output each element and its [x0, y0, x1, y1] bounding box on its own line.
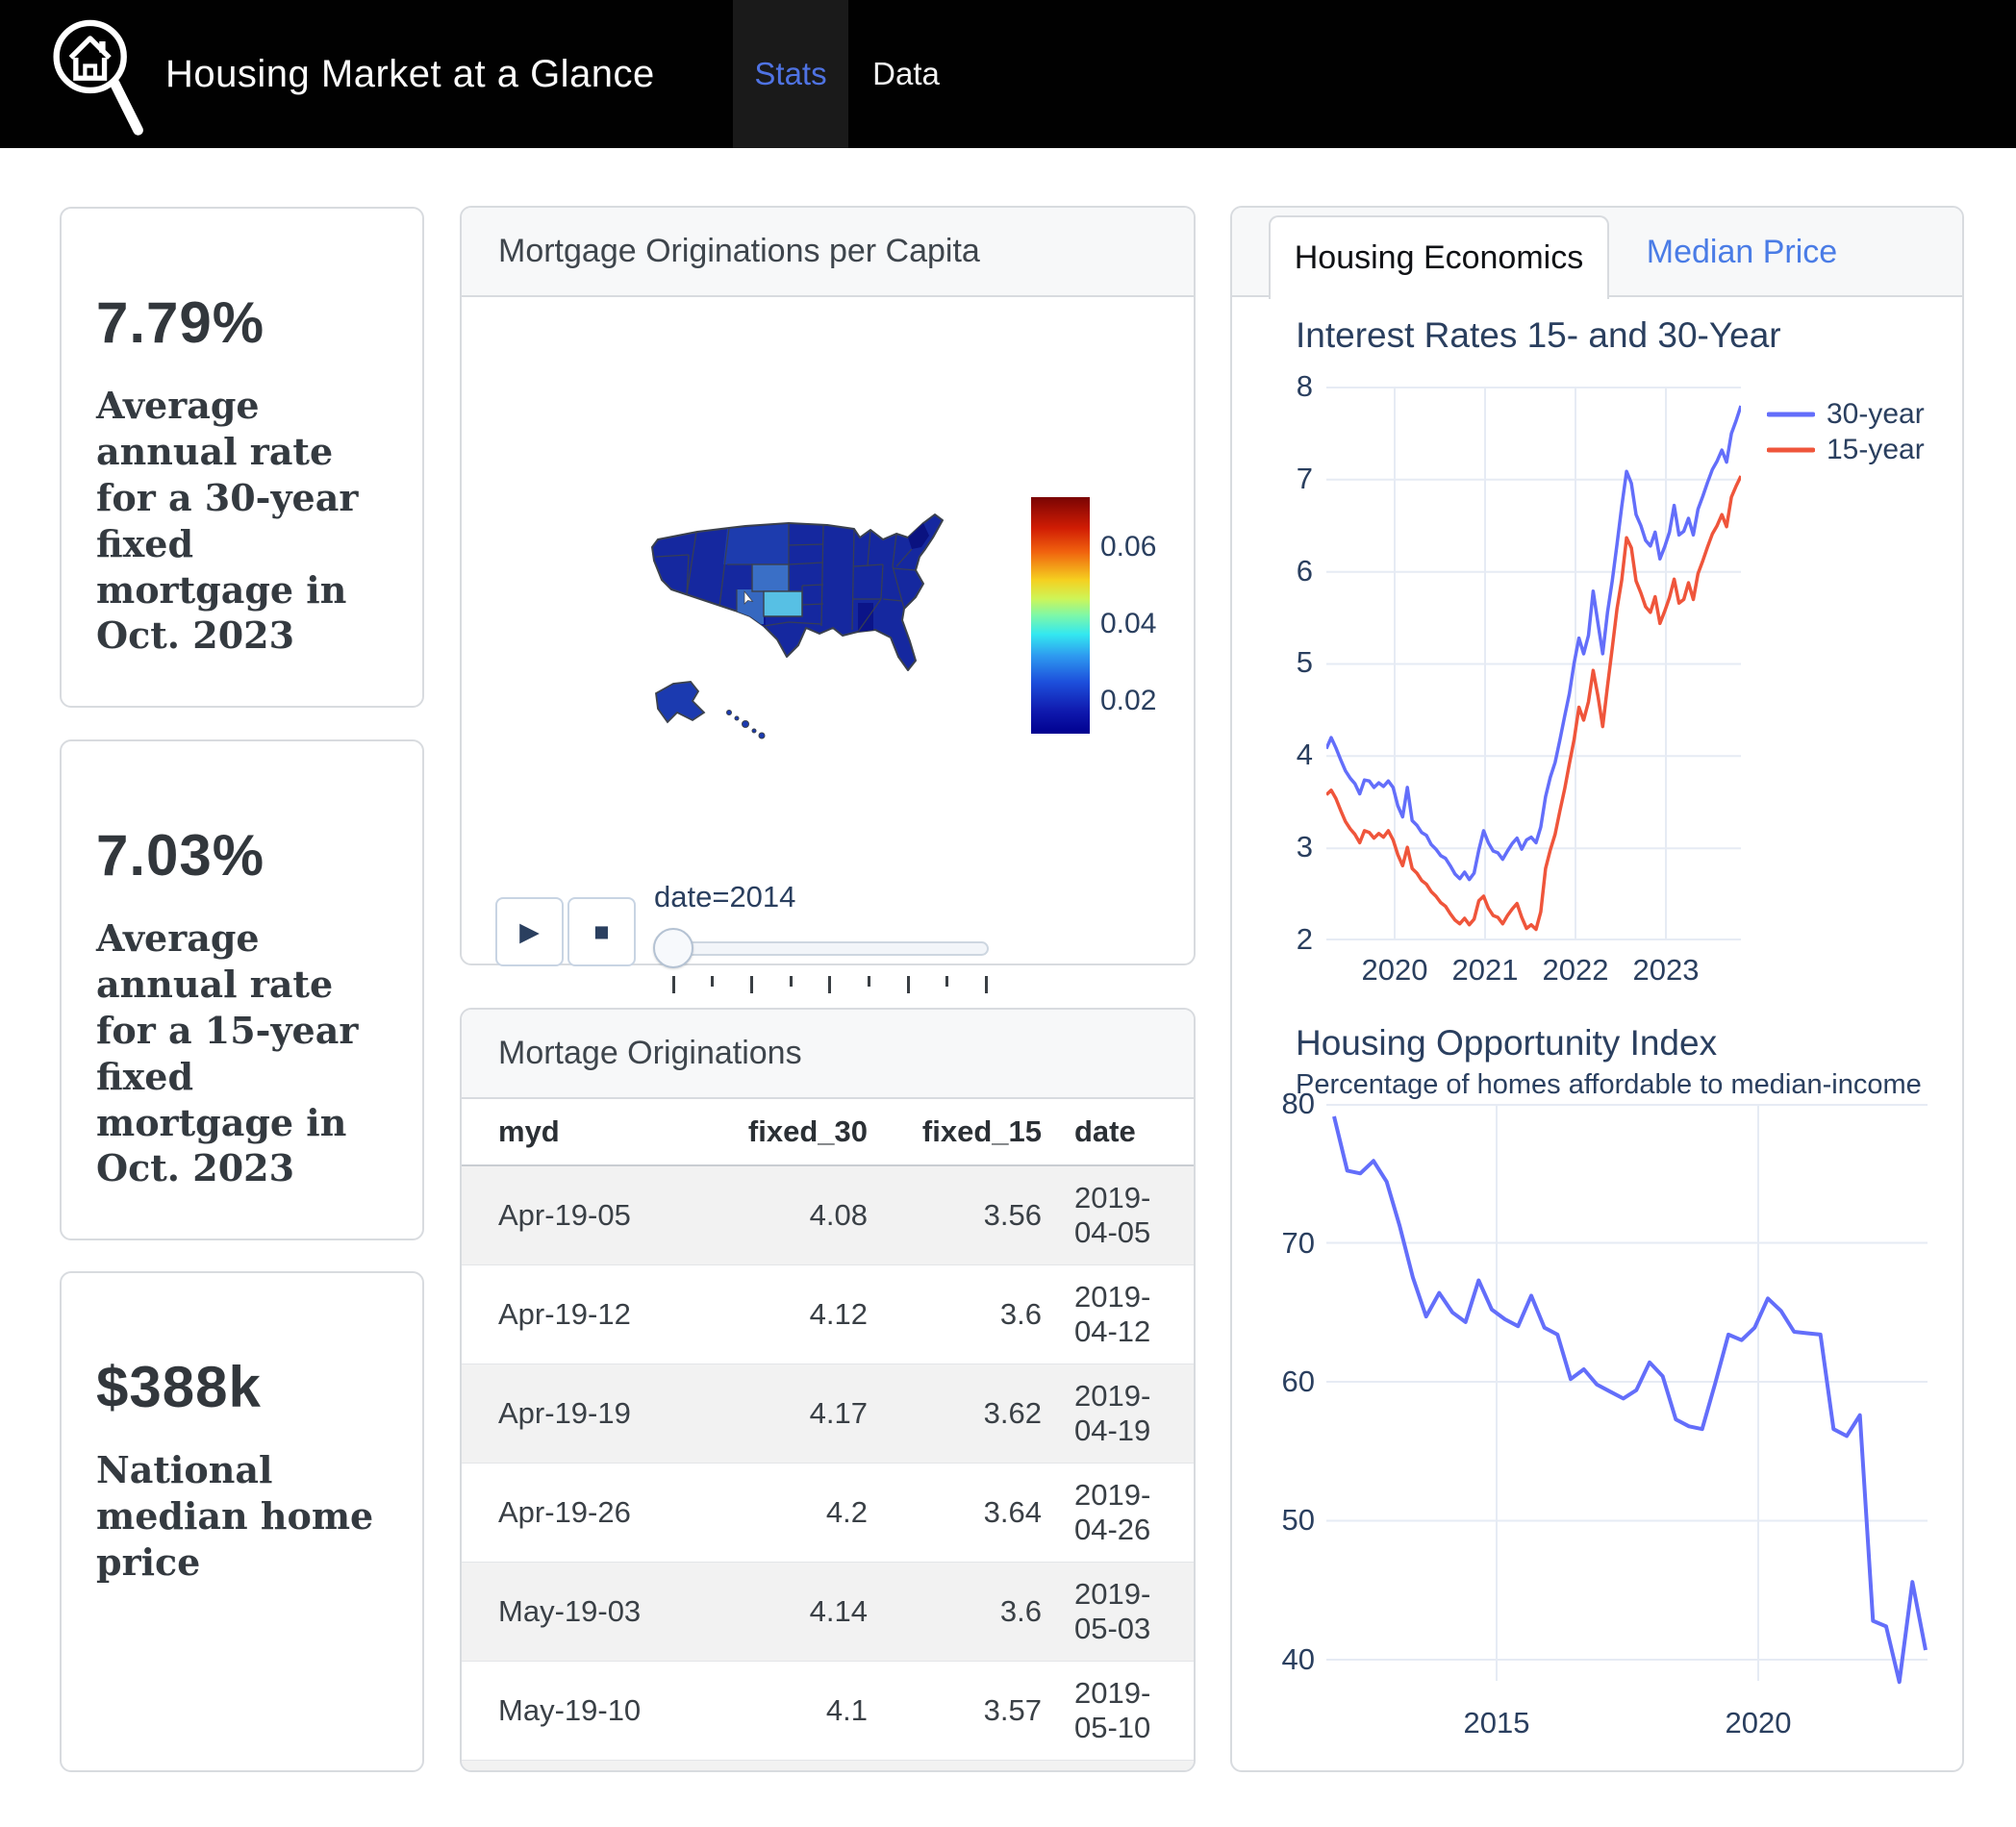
- stat-card-median-price: $388k National median home price: [60, 1271, 424, 1772]
- colorbar-gradient: [1031, 497, 1090, 734]
- mortgage-rates-table: myd fixed_30 fixed_15 date Apr-19-054.08…: [462, 1099, 1194, 1772]
- x-tick: 2022: [1530, 953, 1621, 988]
- interest-rates-plot[interactable]: [1326, 387, 1741, 940]
- line-30-year: [1326, 406, 1741, 880]
- line-hoi: [1334, 1116, 1926, 1682]
- col-date: date: [1053, 1099, 1194, 1165]
- x-tick: 2023: [1621, 953, 1711, 988]
- table-row: Apr-19-264.23.642019-04-26: [462, 1464, 1194, 1563]
- x-tick: 2020: [1713, 1706, 1803, 1740]
- y-tick: 4: [1251, 738, 1313, 772]
- map-card-title: Mortgage Originations per Capita: [462, 208, 1194, 297]
- table-row: May-19-034.143.62019-05-03: [462, 1563, 1194, 1662]
- y-tick: 6: [1251, 554, 1313, 588]
- stat-desc-15yr: Average annual rate for a 15-year fixed …: [96, 915, 388, 1191]
- legend-swatch-30-year: [1767, 411, 1815, 418]
- stop-button[interactable]: ■: [567, 897, 636, 966]
- y-tick: 40: [1253, 1642, 1315, 1677]
- col-fixed-30: fixed_30: [731, 1099, 879, 1165]
- nav-tab-data[interactable]: Data: [848, 0, 964, 148]
- stat-value-30yr: 7.79%: [96, 289, 388, 356]
- mortgage-table-card: Mortage Originations myd fixed_30 fixed_…: [460, 1008, 1196, 1772]
- state-wyoming[interactable]: [752, 564, 789, 591]
- table-row: Apr-19-054.083.562019-04-05: [462, 1165, 1194, 1265]
- y-tick: 60: [1253, 1364, 1315, 1399]
- stat-desc-median-price: National median home price: [96, 1447, 388, 1586]
- play-icon: ▶: [519, 917, 540, 947]
- legend-item-30-year[interactable]: 30-year: [1767, 396, 1925, 432]
- hoi-plot[interactable]: [1326, 1104, 1928, 1700]
- x-tick: 2021: [1440, 953, 1530, 988]
- stat-desc-30yr: Average annual rate for a 30-year fixed …: [96, 383, 388, 659]
- state-utah[interactable]: [737, 589, 764, 624]
- us-choropleth-map[interactable]: [644, 509, 971, 749]
- y-tick: 5: [1251, 645, 1313, 680]
- legend-item-15-year[interactable]: 15-year: [1767, 432, 1925, 467]
- app-title: Housing Market at a Glance: [165, 0, 655, 148]
- y-tick: 7: [1251, 462, 1313, 496]
- legend-swatch-15-year: [1767, 446, 1815, 454]
- state-montana[interactable]: [723, 524, 789, 564]
- y-tick: 3: [1251, 830, 1313, 864]
- col-fixed-15: fixed_15: [879, 1099, 1053, 1165]
- y-tick: 80: [1253, 1087, 1315, 1121]
- table-row: Apr-19-194.173.622019-04-19: [462, 1364, 1194, 1464]
- hoi-chart-subtitle: Percentage of homes affordable to median…: [1296, 1069, 1927, 1101]
- stat-card-15yr: 7.03% Average annual rate for a 15-year …: [60, 739, 424, 1240]
- tab-housing-economics[interactable]: Housing Economics: [1269, 215, 1609, 299]
- app-navbar: Housing Market at a Glance Stats Data: [0, 0, 2016, 148]
- colorbar-tick-004: 0.04: [1100, 608, 1206, 642]
- y-tick: 70: [1253, 1226, 1315, 1261]
- play-button[interactable]: ▶: [495, 897, 564, 966]
- state-hawaii[interactable]: [727, 711, 766, 739]
- table-row: May-19-104.13.572019-05-10: [462, 1662, 1194, 1761]
- col-myd: myd: [462, 1099, 731, 1165]
- charts-card: Housing Economics Median Price Interest …: [1230, 206, 1964, 1772]
- table-row: Apr-19-124.123.62019-04-12: [462, 1265, 1194, 1364]
- table-header-row: myd fixed_30 fixed_15 date: [462, 1099, 1194, 1165]
- chart-legend: 30-year 15-year: [1767, 396, 1925, 467]
- tab-median-price[interactable]: Median Price: [1609, 208, 1875, 297]
- y-tick: 50: [1253, 1503, 1315, 1538]
- year-slider-handle[interactable]: [653, 928, 693, 968]
- colorbar-tick-002: 0.02: [1100, 685, 1206, 719]
- table-card-title: Mortage Originations: [462, 1010, 1194, 1099]
- interest-gridlines: [1326, 387, 1741, 940]
- x-tick: 2020: [1349, 953, 1440, 988]
- colorbar-tick-006: 0.06: [1100, 531, 1206, 565]
- house-search-logo-icon: [38, 8, 152, 140]
- slider-current-value: date=2014: [654, 880, 795, 914]
- table-row: May-19-174.073.532019-05-17: [462, 1761, 1194, 1773]
- hoi-chart-title: Housing Opportunity Index: [1296, 1023, 1717, 1064]
- stat-card-30yr: 7.79% Average annual rate for a 30-year …: [60, 207, 424, 708]
- state-alaska[interactable]: [656, 682, 704, 722]
- state-colorado[interactable]: [764, 591, 802, 616]
- line-15-year: [1326, 476, 1741, 930]
- y-tick: 8: [1251, 369, 1313, 404]
- map-card: Mortgage Originations per Capita: [460, 206, 1196, 965]
- hoi-gridlines: [1326, 1104, 1928, 1681]
- x-tick: 2015: [1451, 1706, 1542, 1740]
- stop-icon: ■: [593, 917, 609, 947]
- stat-value-median-price: $388k: [96, 1354, 388, 1420]
- nav-tab-stats[interactable]: Stats: [733, 0, 848, 148]
- year-slider-track[interactable]: [654, 941, 989, 956]
- interest-chart-title: Interest Rates 15- and 30-Year: [1296, 315, 1781, 356]
- stat-value-15yr: 7.03%: [96, 822, 388, 888]
- y-tick: 2: [1251, 922, 1313, 957]
